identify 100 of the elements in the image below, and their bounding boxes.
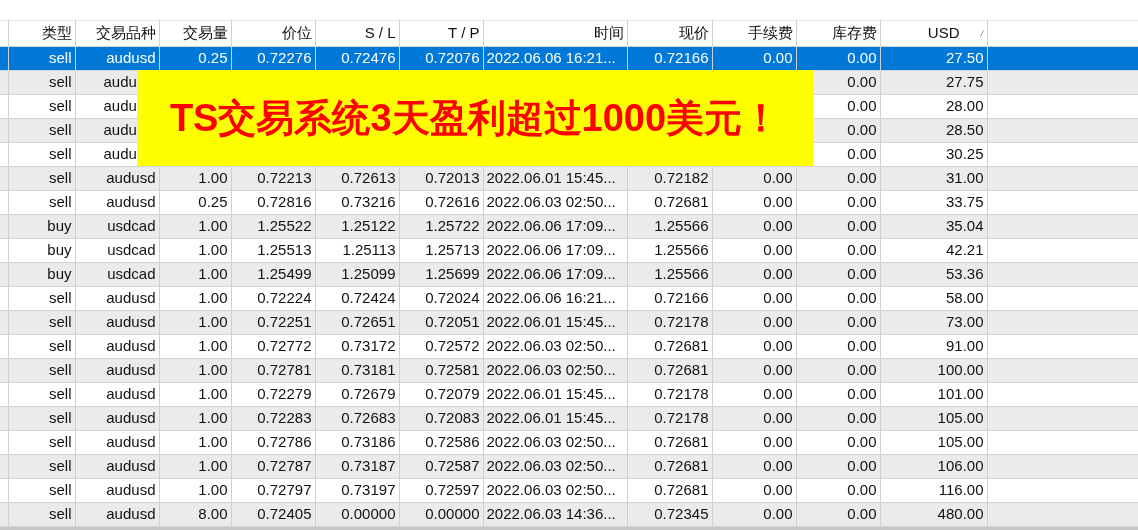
table-row[interactable]: sell audusd 1.00 0.72213 0.72613 0.72013 2022.06.01 15:45... 0.72182 0.00 0.00 31.00: [0, 166, 1138, 191]
table-cell: 1.00: [159, 238, 231, 263]
table-row[interactable]: sell audusd 1.00 0.72797 0.73197 0.72597 2022.06.03 02:50... 0.72681 0.00 0.00 116.00: [0, 478, 1138, 503]
table-cell: audusd: [75, 430, 159, 455]
table-cell: 91.00: [880, 334, 987, 359]
table-cell: 2022.06.03 14:36...: [483, 502, 627, 527]
promo-banner: TS交易系统3天盈利超过1000美元！: [137, 70, 813, 166]
column-header[interactable]: T / P: [399, 20, 483, 47]
table-row[interactable]: sell audusd 1.00 0.72772 0.73172 0.72572 2022.06.03 02:50... 0.72681 0.00 0.00 91.00: [0, 334, 1138, 359]
table-cell: sell: [8, 94, 75, 119]
column-header[interactable]: 价位: [231, 20, 315, 47]
table-cell: 53.36: [880, 262, 987, 287]
table-cell: sell: [8, 382, 75, 407]
column-header[interactable]: 手续费: [712, 20, 796, 47]
table-cell: 2022.06.01 15:45...: [483, 166, 627, 191]
table-cell: 1.00: [159, 478, 231, 503]
table-row[interactable]: buy usdcad 1.00 1.25513 1.25113 1.25713 2022.06.06 17:09... 1.25566 0.00 0.00 42.21: [0, 238, 1138, 263]
table-cell: 0.72679: [315, 382, 399, 407]
table-row[interactable]: sell audusd 0.25 0.72816 0.73216 0.72616 2022.06.03 02:50... 0.72681 0.00 0.00 33.75: [0, 190, 1138, 215]
table-cell: 0.00: [712, 238, 796, 263]
table-row[interactable]: sell audusd 1.00 0.72279 0.72679 0.72079 2022.06.01 15:45... 0.72178 0.00 0.00 101.00: [0, 382, 1138, 407]
table-cell: 0.73216: [315, 190, 399, 215]
table-cell: 2022.06.06 17:09...: [483, 214, 627, 239]
table-cell: usdcad: [75, 238, 159, 263]
table-cell: sell: [8, 478, 75, 503]
table-cell: 0.00: [796, 286, 880, 311]
table-cell: 2022.06.01 15:45...: [483, 382, 627, 407]
table-cell: 106.00: [880, 454, 987, 479]
table-cell: 0.00: [712, 382, 796, 407]
table-cell: 0.72772: [231, 334, 315, 359]
table-cell: 0.72597: [399, 478, 483, 503]
table-cell: 105.00: [880, 430, 987, 455]
table-cell: buy: [8, 238, 75, 263]
table-cell: 100.00: [880, 358, 987, 383]
table-cell: audusd: [75, 286, 159, 311]
table-cell: 0.72178: [627, 382, 712, 407]
table-cell: 0.00: [712, 430, 796, 455]
table-cell: 31.00: [880, 166, 987, 191]
column-header[interactable]: 类型: [8, 20, 75, 47]
table-cell: 0.00: [712, 478, 796, 503]
table-cell: 2022.06.03 02:50...: [483, 478, 627, 503]
table-cell: 28.50: [880, 118, 987, 143]
table-row[interactable]: sell audusd 1.00 0.72283 0.72683 0.72083 2022.06.01 15:45... 0.72178 0.00 0.00 105.00: [0, 406, 1138, 431]
table-row[interactable]: sell audusd 0.25 0.72276 0.72476 0.72076 2022.06.06 16:21... 0.72166 0.00 0.00 27.50: [0, 46, 1138, 71]
table-cell: 27.50: [880, 46, 987, 71]
table-cell: 0.00: [796, 430, 880, 455]
table-cell: 42.21: [880, 238, 987, 263]
table-cell: 0.72797: [231, 478, 315, 503]
table-row[interactable]: sell audusd 8.00 0.72405 0.00000 0.00000 2022.06.03 14:36... 0.72345 0.00 0.00 480.00: [0, 502, 1138, 527]
table-row[interactable]: sell audusd 1.00 0.72781 0.73181 0.72581 2022.06.03 02:50... 0.72681 0.00 0.00 100.00: [0, 358, 1138, 383]
table-cell: 0.00: [712, 334, 796, 359]
table-cell: 1.25566: [627, 238, 712, 263]
table-cell: 58.00: [880, 286, 987, 311]
table-cell: 27.75: [880, 70, 987, 95]
table-cell: audusd: [75, 190, 159, 215]
table-cell: 2022.06.03 02:50...: [483, 454, 627, 479]
table-cell: 0.72681: [627, 478, 712, 503]
table-cell: 0.73197: [315, 478, 399, 503]
table-row[interactable]: sell audusd 1.00 0.72786 0.73186 0.72586 2022.06.03 02:50... 0.72681 0.00 0.00 105.00: [0, 430, 1138, 455]
table-cell: 2022.06.03 02:50...: [483, 190, 627, 215]
table-cell: 2022.06.06 16:21...: [483, 286, 627, 311]
table-cell: 0.72681: [627, 334, 712, 359]
table-cell: sell: [8, 142, 75, 167]
table-cell: audusd: [75, 334, 159, 359]
table-cell: 30.25: [880, 142, 987, 167]
column-header[interactable]: 交易品种: [75, 20, 159, 47]
table-cell: 1.00: [159, 430, 231, 455]
table-row[interactable]: sell audusd 1.00 0.72251 0.72651 0.72051 2022.06.01 15:45... 0.72178 0.00 0.00 73.00: [0, 310, 1138, 335]
table-cell: 480.00: [880, 502, 987, 527]
column-header[interactable]: 库存费: [796, 20, 880, 47]
table-cell: 2022.06.03 02:50...: [483, 430, 627, 455]
table-cell: 0.00: [796, 382, 880, 407]
table-cell: 0.00: [712, 286, 796, 311]
column-header[interactable]: S / L: [315, 20, 399, 47]
table-cell: 0.72681: [627, 190, 712, 215]
table-cell: 0.73186: [315, 430, 399, 455]
table-cell: audusd: [75, 382, 159, 407]
table-cell: 101.00: [880, 382, 987, 407]
table-cell: 2022.06.03 02:50...: [483, 358, 627, 383]
table-cell: 1.25113: [315, 238, 399, 263]
table-cell: 0.72079: [399, 382, 483, 407]
table-cell: 0.00: [796, 238, 880, 263]
column-header[interactable]: 交易量: [159, 20, 231, 47]
table-cell: 35.04: [880, 214, 987, 239]
table-cell: 0.00: [796, 478, 880, 503]
table-row[interactable]: sell audusd 1.00 0.72224 0.72424 0.72024 2022.06.06 16:21... 0.72166 0.00 0.00 58.00: [0, 286, 1138, 311]
table-cell: 2022.06.01 15:45...: [483, 406, 627, 431]
table-cell: sell: [8, 430, 75, 455]
column-header[interactable]: 时间: [483, 20, 627, 47]
table-row[interactable]: sell audusd 1.00 0.72787 0.73187 0.72587 2022.06.03 02:50... 0.72681 0.00 0.00 106.00: [0, 454, 1138, 479]
table-cell: 0.72616: [399, 190, 483, 215]
table-row[interactable]: buy usdcad 1.00 1.25522 1.25122 1.25722 2022.06.06 17:09... 1.25566 0.00 0.00 35.04: [0, 214, 1138, 239]
table-cell: 0.72224: [231, 286, 315, 311]
table-cell: 1.25713: [399, 238, 483, 263]
table-cell: 116.00: [880, 478, 987, 503]
table-row[interactable]: buy usdcad 1.00 1.25499 1.25099 1.25699 2022.06.06 17:09... 1.25566 0.00 0.00 53.36: [0, 262, 1138, 287]
table-cell: 1.00: [159, 382, 231, 407]
table-cell: 2022.06.06 17:09...: [483, 262, 627, 287]
column-header[interactable]: 现价: [627, 20, 712, 47]
table-cell: 2022.06.06 17:09...: [483, 238, 627, 263]
